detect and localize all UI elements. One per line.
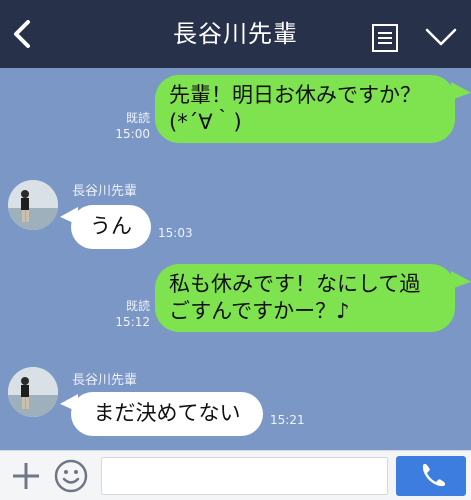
bubble-tail: [451, 82, 471, 100]
message-text-line: ごすんですかー？♪: [169, 299, 350, 323]
notes-button[interactable]: [371, 23, 399, 53]
message-time: 15:21: [270, 413, 305, 427]
message-meta: 既読 15:12: [100, 298, 150, 330]
menu-button[interactable]: [424, 24, 458, 50]
chat-title: 長谷川先輩: [173, 20, 298, 48]
message-meta: 既読 15:00: [100, 110, 150, 142]
call-button[interactable]: [396, 456, 466, 496]
avatar-photo: [8, 367, 58, 417]
sender-name: 長谷川先輩: [72, 184, 138, 199]
message-text-line: 私も休みです！なにして過: [169, 272, 421, 296]
message-time: 15:12: [115, 315, 150, 329]
sent-message-bubble[interactable]: 私も休みです！なにして過 ごすんですかー？♪: [155, 264, 455, 332]
bubble-tail: [451, 271, 471, 289]
emoji-icon: [54, 459, 88, 493]
read-receipt: 既読: [125, 299, 150, 313]
emoji-button[interactable]: [53, 458, 89, 494]
chevron-down-icon: [425, 28, 457, 46]
message-text: まだ決めてない: [93, 401, 241, 425]
message-input-bar: [0, 450, 471, 500]
avatar[interactable]: [8, 180, 58, 230]
received-message-bubble[interactable]: うん: [71, 205, 151, 249]
chat-header: 長谷川先輩: [0, 0, 471, 68]
plus-icon: [13, 463, 39, 489]
bubble-tail: [60, 394, 78, 412]
message-text: うん: [90, 214, 132, 238]
sender-name: 長谷川先輩: [72, 373, 138, 388]
avatar[interactable]: [8, 367, 58, 417]
chat-area[interactable]: 既読 15:00 先輩！明日お休みですか？ (*´∀｀) 長谷川先輩 うん 15…: [0, 68, 471, 450]
avatar-photo: [8, 180, 58, 230]
message-time: 15:00: [115, 127, 150, 141]
message-input[interactable]: [101, 457, 388, 495]
message-time: 15:03: [158, 226, 193, 240]
add-attachment-button[interactable]: [10, 460, 42, 492]
received-message-bubble[interactable]: まだ決めてない: [71, 392, 263, 436]
bubble-tail: [60, 207, 78, 225]
message-text-line: (*´∀｀): [169, 110, 242, 134]
read-receipt: 既読: [125, 111, 150, 125]
phone-icon: [422, 463, 446, 487]
message-text-line: 先輩！明日お休みですか？: [169, 83, 421, 107]
notes-icon: [372, 24, 398, 52]
sent-message-bubble[interactable]: 先輩！明日お休みですか？ (*´∀｀): [155, 75, 455, 143]
